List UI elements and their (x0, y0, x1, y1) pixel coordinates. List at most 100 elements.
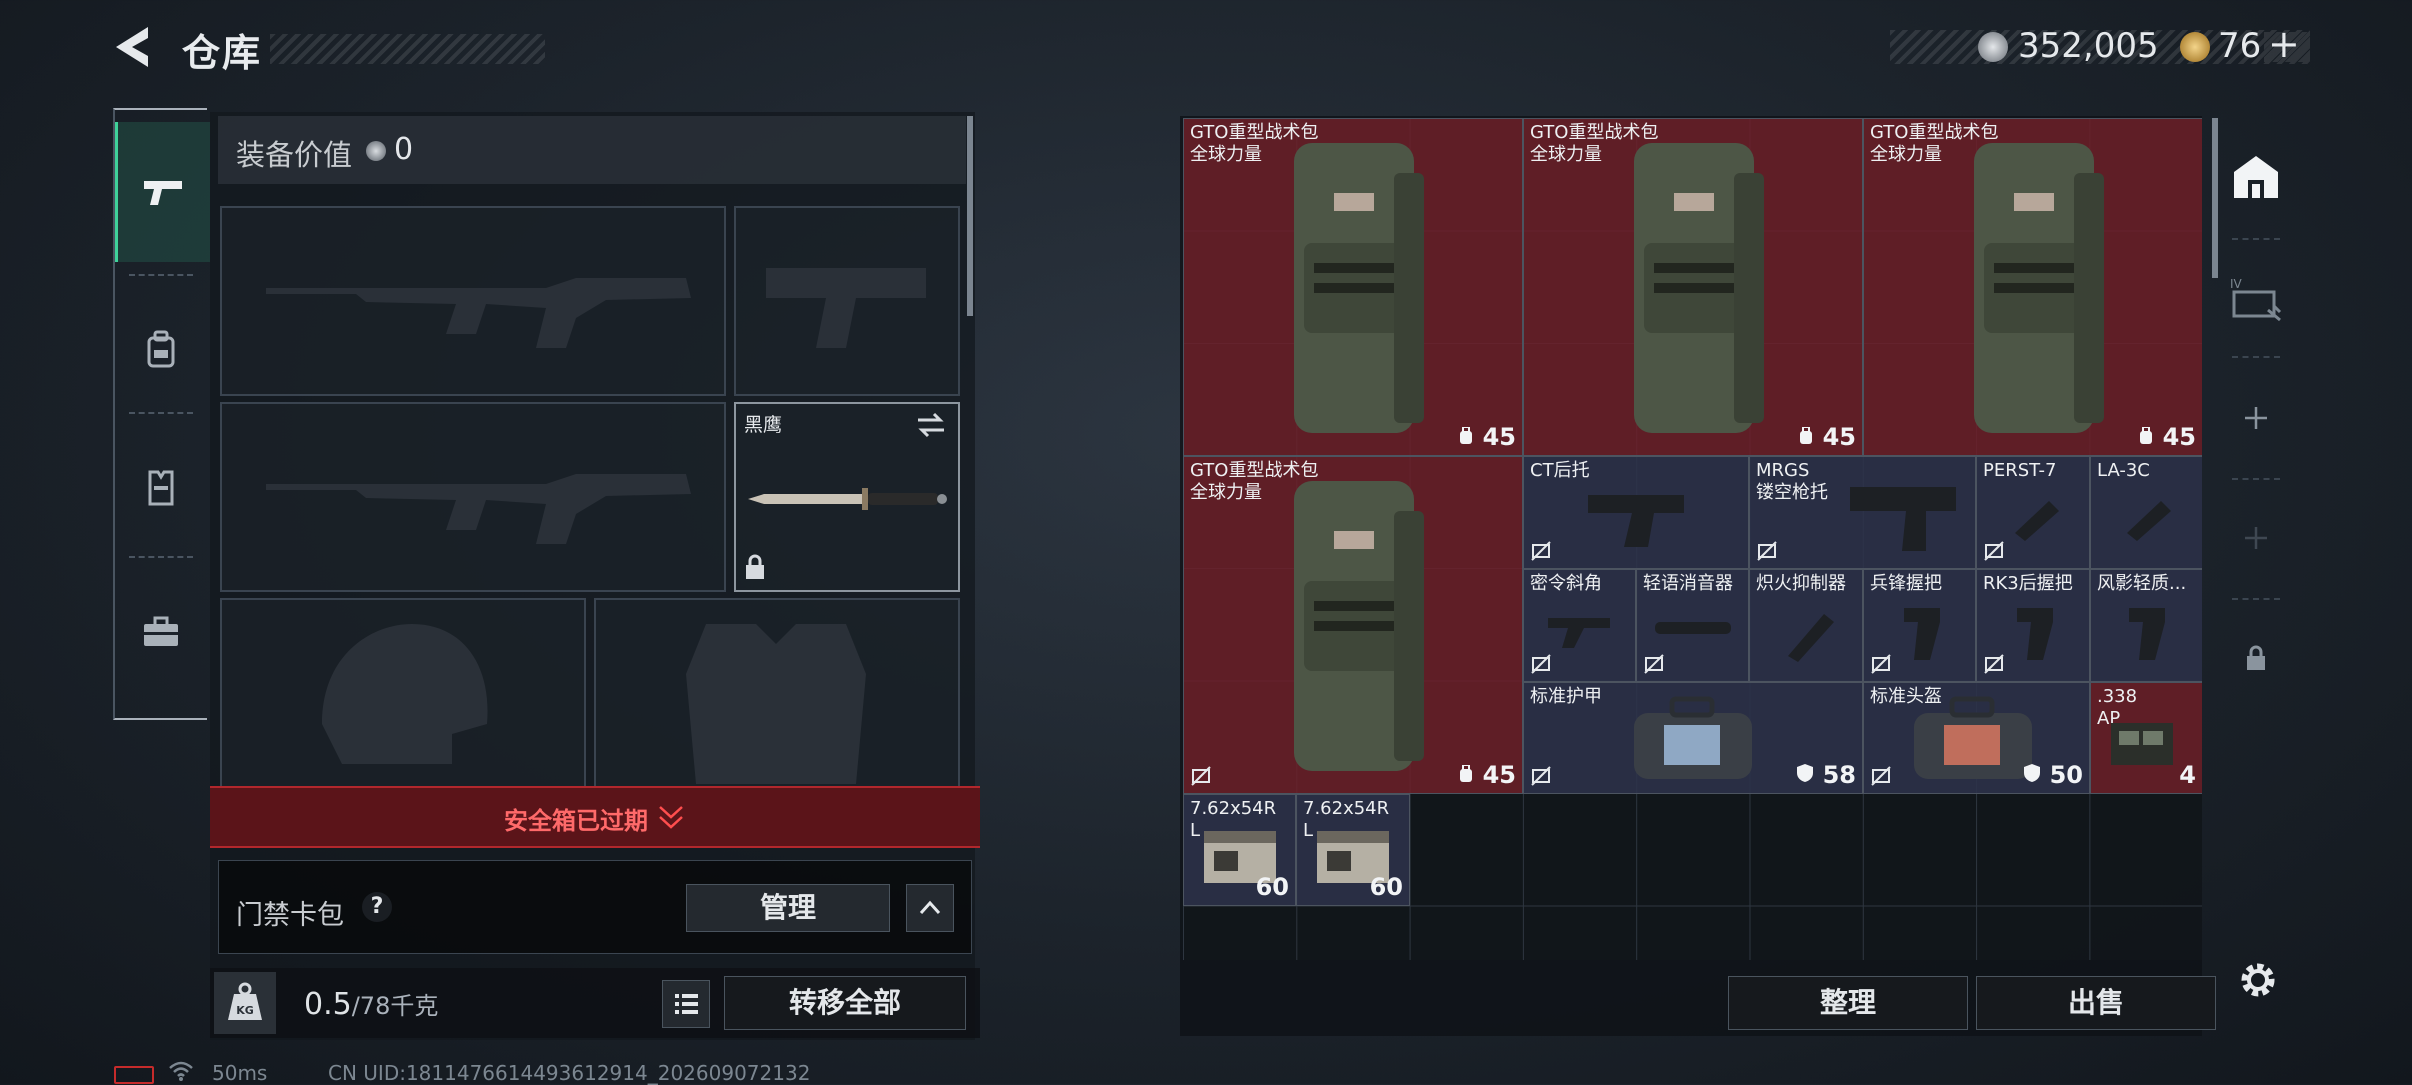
warehouse-item[interactable]: MRGS 镂空枪托 (1749, 456, 1976, 569)
premium-balance: 76 (2218, 26, 2262, 66)
sell-button[interactable]: 出售 (1976, 976, 2216, 1030)
warehouse-item[interactable]: 7.62x54R L 60 (1296, 794, 1410, 906)
tab-toolbox[interactable] (115, 562, 207, 702)
armor-slot[interactable] (594, 598, 960, 792)
locked-storage-slot[interactable] (2216, 602, 2296, 714)
tab-weapons[interactable] (115, 122, 210, 262)
warehouse-item[interactable]: 轻语消音器 (1636, 569, 1749, 682)
warehouse-item[interactable]: 7.62x54R L 60 (1183, 794, 1296, 906)
storage-box-icon: IV (2230, 277, 2282, 322)
warehouse-item[interactable]: PERST-7 (1976, 456, 2090, 569)
item-count: 4 (2179, 761, 2196, 789)
warehouse-item[interactable]: 标准头盔 50 (1863, 682, 2090, 794)
user-uid: CN UID:1811476614493612914_202609072132 (328, 1061, 811, 1085)
warehouse-icon (2234, 156, 2278, 198)
chevron-down-icon (659, 806, 683, 829)
no-sell-icon (1531, 541, 1551, 561)
warehouse-item[interactable]: CT后托 (1523, 456, 1749, 569)
item-name: 兵锋握把 (1870, 573, 1942, 594)
list-icon (675, 994, 698, 1014)
melee-name: 黑鹰 (744, 414, 783, 436)
plus-icon (2245, 407, 2267, 429)
toolbox-icon (144, 616, 178, 646)
pistol-icon (144, 181, 182, 205)
category-tabs (113, 108, 210, 720)
item-name: 炽火抑制器 (1756, 573, 1846, 594)
helmet-silhouette-icon (322, 624, 488, 764)
settings-gear-icon[interactable] (2236, 958, 2280, 1002)
grip-icon (2129, 608, 2165, 660)
tab-backpack[interactable] (115, 280, 207, 420)
rifle-silhouette-icon (266, 278, 691, 348)
stock-icon (1588, 495, 1684, 547)
vest-icon (148, 470, 174, 506)
capacity-icon (1460, 426, 1473, 444)
pistol-silhouette-icon (766, 268, 926, 348)
warehouse-item[interactable]: GTO重型战术包 全球力量 45 (1183, 456, 1523, 794)
swap-icon[interactable] (916, 412, 946, 438)
weight-readout: 0.5/78千克 (304, 986, 438, 1022)
flash-hider-icon (1788, 614, 1834, 662)
item-count: 60 (1255, 873, 1289, 901)
backpack-icon (147, 330, 175, 368)
knife-icon (748, 488, 947, 510)
lock-icon (2247, 645, 2265, 670)
weight-kg-icon: KG (214, 972, 276, 1034)
warehouse-item[interactable]: .338 AP 4 (2090, 682, 2202, 794)
tab-vest[interactable] (115, 418, 207, 558)
item-name: 轻语消音器 (1643, 573, 1733, 594)
coin-icon (1978, 32, 2008, 62)
transfer-all-button[interactable]: 转移全部 (724, 976, 966, 1030)
no-sell-icon (1757, 541, 1777, 561)
armor-silhouette-icon (686, 624, 866, 784)
warehouse-item[interactable]: 密令斜角 (1523, 569, 1636, 682)
svg-text:KG: KG (236, 1004, 254, 1017)
item-count: 60 (1369, 873, 1403, 901)
capacity-icon (2140, 426, 2153, 444)
no-sell-icon (1984, 541, 2004, 561)
warehouse-item[interactable]: 炽火抑制器 (1749, 569, 1863, 682)
no-sell-icon (1531, 766, 1551, 786)
warehouse-tab-main[interactable] (2216, 122, 2296, 234)
weight-current: 0.5 (304, 987, 352, 1022)
keycard-manage-button[interactable]: 管理 (686, 884, 890, 932)
sort-button[interactable]: 整理 (1728, 976, 1968, 1030)
item-count: 45 (2138, 423, 2196, 451)
equipment-scrollbar[interactable] (967, 116, 973, 316)
no-sell-icon (1871, 766, 1891, 786)
helmet-bag-icon (1914, 696, 2032, 779)
helmet-slot[interactable] (220, 598, 586, 792)
warehouse-tab-secondary[interactable]: IV (2216, 242, 2296, 354)
warehouse-item[interactable]: 兵锋握把 (1863, 569, 1976, 682)
ping-readout: 50ms (212, 1061, 268, 1085)
topup-plus-button[interactable]: + (2268, 22, 2300, 66)
title-decoration (270, 34, 545, 64)
item-count: 45 (1458, 423, 1516, 451)
help-icon[interactable]: ? (362, 892, 392, 922)
warehouse-item[interactable]: 风影轻质... (2090, 569, 2202, 682)
item-name: LA-3C (2097, 460, 2150, 481)
add-storage-button[interactable] (2216, 362, 2296, 474)
warehouse-item[interactable]: 标准护甲 58 (1523, 682, 1863, 794)
warehouse-item[interactable]: LA-3C (2090, 456, 2202, 569)
warehouse-item[interactable]: RK3后握把 (1976, 569, 2090, 682)
equipment-value: 0 (394, 132, 414, 167)
capacity-icon (1800, 426, 1813, 444)
warehouse-item[interactable]: GTO重型战术包 全球力量 45 (1183, 118, 1523, 456)
back-arrow-icon[interactable] (110, 22, 160, 72)
warehouse-item[interactable]: GTO重型战术包 全球力量 45 (1523, 118, 1863, 456)
safebox-status: 安全箱已过期 (504, 807, 648, 835)
primary-weapon-slot[interactable] (220, 206, 726, 396)
melee-slot[interactable]: 黑鹰 (734, 402, 960, 592)
capacity-icon (1460, 764, 1473, 782)
pistol-slot[interactable] (734, 206, 960, 396)
warehouse-item[interactable]: GTO重型战术包 全球力量 45 (1863, 118, 2202, 456)
expand-button[interactable] (906, 884, 954, 932)
add-storage-button[interactable] (2216, 482, 2296, 594)
list-view-button[interactable] (662, 980, 710, 1028)
shield-icon (1797, 764, 1814, 782)
armor-bag-icon (1634, 696, 1752, 779)
item-name: PERST-7 (1983, 460, 2057, 481)
grip-icon (1904, 608, 1940, 660)
secondary-weapon-slot[interactable] (220, 402, 726, 592)
